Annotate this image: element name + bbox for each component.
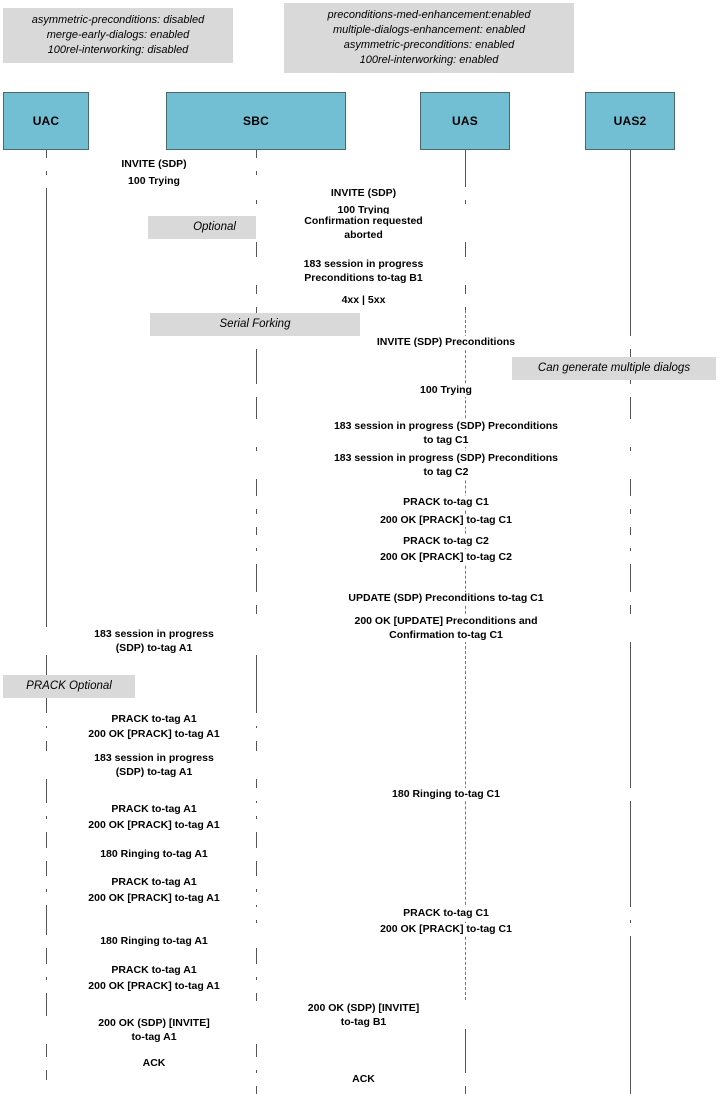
message-label: 200 OK [PRACK] to-tag C2 [256,551,636,564]
message-label: 4xx | 5xx [256,294,471,307]
message-label: ACK [46,1057,262,1070]
message-label: PRACK to-tag C1 [256,907,636,920]
message-label: Confirmation requested aborted [256,214,471,242]
message-label: INVITE (SDP) [256,187,471,200]
message-label: INVITE (SDP) [46,158,262,171]
message-label: PRACK to-tag A1 [46,713,262,726]
message-label: PRACK to-tag A1 [46,876,262,889]
participant-sbc-label: SBC [243,114,269,128]
message-label: INVITE (SDP) Preconditions [256,336,636,349]
message-label: 200 OK [PRACK] to-tag C1 [256,923,636,936]
message-label: 180 Ringing to-tag C1 [256,788,636,801]
config-note-uac: asymmetric-preconditions: disabled merge… [3,8,233,63]
sip-call-flow-diagram: asymmetric-preconditions: disabled merge… [0,0,720,1094]
message-label: 183 session in progress (SDP) Preconditi… [256,451,636,479]
participant-uac[interactable]: UAC [3,92,89,150]
note-serial-forking: Serial Forking [150,313,360,336]
note-multiple-dialogs: Can generate multiple dialogs [512,357,716,380]
participant-uac-label: UAC [32,114,60,128]
message-label: 100 Trying [46,175,262,188]
message-label: 100 Trying [256,384,636,397]
message-label: 183 session in progress (SDP) to-tag A1 [46,627,262,655]
message-label: 200 OK [PRACK] to-tag A1 [46,819,262,832]
message-label: 200 OK (SDP) [INVITE] to-tag A1 [46,1016,262,1044]
participant-uas-label: UAS [452,114,478,128]
message-label: PRACK to-tag A1 [46,964,262,977]
participant-uas2-label: UAS2 [613,114,647,128]
message-label: 200 OK [PRACK] to-tag C1 [256,514,636,527]
message-label: 200 OK [UPDATE] Preconditions and Confir… [256,614,636,642]
message-label: 183 session in progress (SDP) Preconditi… [256,419,636,447]
message-label: UPDATE (SDP) Preconditions to-tag C1 [256,592,636,605]
message-label: 183 session in progress Preconditions to… [256,257,471,285]
config-note-sbc: preconditions-med-enhancement:enabled mu… [284,3,574,73]
message-label: 180 Ringing to-tag A1 [46,848,262,861]
message-label: 200 OK [PRACK] to-tag A1 [46,728,262,741]
lifeline-uas-idle [465,310,466,1005]
participant-uas2[interactable]: UAS2 [585,92,675,150]
message-label: 180 Ringing to-tag A1 [46,935,262,948]
participant-sbc[interactable]: SBC [166,92,346,150]
message-label: 200 OK [PRACK] to-tag A1 [46,892,262,905]
note-prack-optional: PRACK Optional [3,675,135,698]
message-label: 200 OK (SDP) [INVITE] to-tag B1 [256,1001,471,1029]
message-label: 183 session in progress (SDP) to-tag A1 [46,751,262,779]
message-label: 200 OK [PRACK] to-tag A1 [46,980,262,993]
message-label: PRACK to-tag C1 [256,496,636,509]
message-label: PRACK to-tag C2 [256,535,636,548]
participant-uas[interactable]: UAS [420,92,510,150]
message-label: PRACK to-tag A1 [46,803,262,816]
message-label: ACK [256,1073,471,1086]
